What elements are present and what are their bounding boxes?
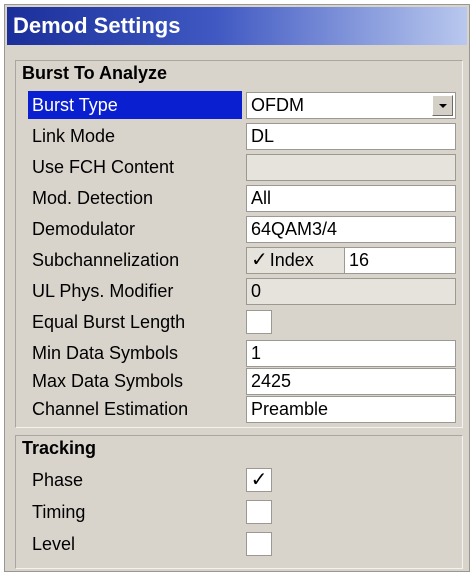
- ul-phys-modifier-field: 0: [246, 278, 456, 305]
- phase-row: Phase ✓: [16, 466, 462, 494]
- channel-estimation-label: Channel Estimation: [32, 399, 189, 419]
- checkmark-icon: ✓: [251, 249, 268, 271]
- use-fch-field: [246, 154, 456, 181]
- tracking-group-title: Tracking: [22, 438, 97, 458]
- level-label: Level: [32, 534, 76, 554]
- link-mode-field[interactable]: DL: [246, 123, 456, 150]
- link-mode-label: Link Mode: [32, 126, 116, 146]
- max-data-symbols-field[interactable]: 2425: [246, 368, 456, 395]
- ul-phys-modifier-label: UL Phys. Modifier: [32, 281, 174, 301]
- channel-estimation-field[interactable]: Preamble: [246, 396, 456, 423]
- equal-burst-length-label: Equal Burst Length: [32, 312, 186, 332]
- demodulator-row: Demodulator 64QAM3/4: [16, 215, 462, 243]
- burst-type-value: OFDM: [251, 95, 304, 115]
- phase-checkbox[interactable]: ✓: [246, 468, 272, 492]
- max-data-symbols-label: Max Data Symbols: [32, 371, 184, 391]
- burst-to-analyze-group: Burst To Analyze Burst Type OFDM Link Mo…: [15, 60, 463, 428]
- level-row: Level: [16, 530, 462, 558]
- window-title: Demod Settings: [7, 7, 467, 45]
- subchannelization-field: ✓ Index 16: [246, 247, 456, 274]
- chevron-down-icon[interactable]: [432, 95, 453, 116]
- burst-type-select[interactable]: OFDM: [246, 92, 456, 119]
- level-checkbox[interactable]: [246, 532, 272, 556]
- timing-checkbox[interactable]: [246, 500, 272, 524]
- use-fch-row: Use FCH Content: [16, 153, 462, 181]
- timing-row: Timing: [16, 498, 462, 526]
- timing-label: Timing: [32, 502, 86, 522]
- demodulator-label: Demodulator: [32, 219, 136, 239]
- min-data-symbols-label: Min Data Symbols: [32, 343, 179, 363]
- equal-burst-length-checkbox[interactable]: [246, 310, 272, 334]
- demod-settings-window: Demod Settings Burst To Analyze Burst Ty…: [4, 4, 470, 572]
- min-data-symbols-field[interactable]: 1: [246, 340, 456, 367]
- subchannelization-index-value[interactable]: 16: [349, 248, 369, 273]
- ul-phys-modifier-row: UL Phys. Modifier 0: [16, 277, 462, 305]
- mod-detection-row: Mod. Detection All: [16, 184, 462, 212]
- demodulator-field[interactable]: 64QAM3/4: [246, 216, 456, 243]
- min-data-symbols-row: Min Data Symbols 1: [16, 339, 462, 367]
- phase-label: Phase: [32, 470, 84, 490]
- mod-detection-field[interactable]: All: [246, 185, 456, 212]
- subchannelization-index-toggle[interactable]: ✓ Index: [247, 248, 345, 273]
- burst-group-title: Burst To Analyze: [22, 63, 168, 83]
- tracking-group: Tracking Phase ✓ Timing Level: [15, 435, 463, 569]
- subchannelization-row: Subchannelization ✓ Index 16: [16, 246, 462, 274]
- equal-burst-length-row: Equal Burst Length: [16, 308, 462, 336]
- burst-type-label[interactable]: Burst Type: [28, 91, 242, 119]
- max-data-symbols-row: Max Data Symbols 2425: [16, 367, 462, 395]
- mod-detection-label: Mod. Detection: [32, 188, 154, 208]
- subchannelization-label: Subchannelization: [32, 250, 180, 270]
- index-label: Index: [269, 250, 314, 270]
- burst-type-row: Burst Type OFDM: [16, 91, 462, 119]
- link-mode-row: Link Mode DL: [16, 122, 462, 150]
- channel-estimation-row: Channel Estimation Preamble: [16, 395, 462, 423]
- use-fch-label: Use FCH Content: [32, 157, 175, 177]
